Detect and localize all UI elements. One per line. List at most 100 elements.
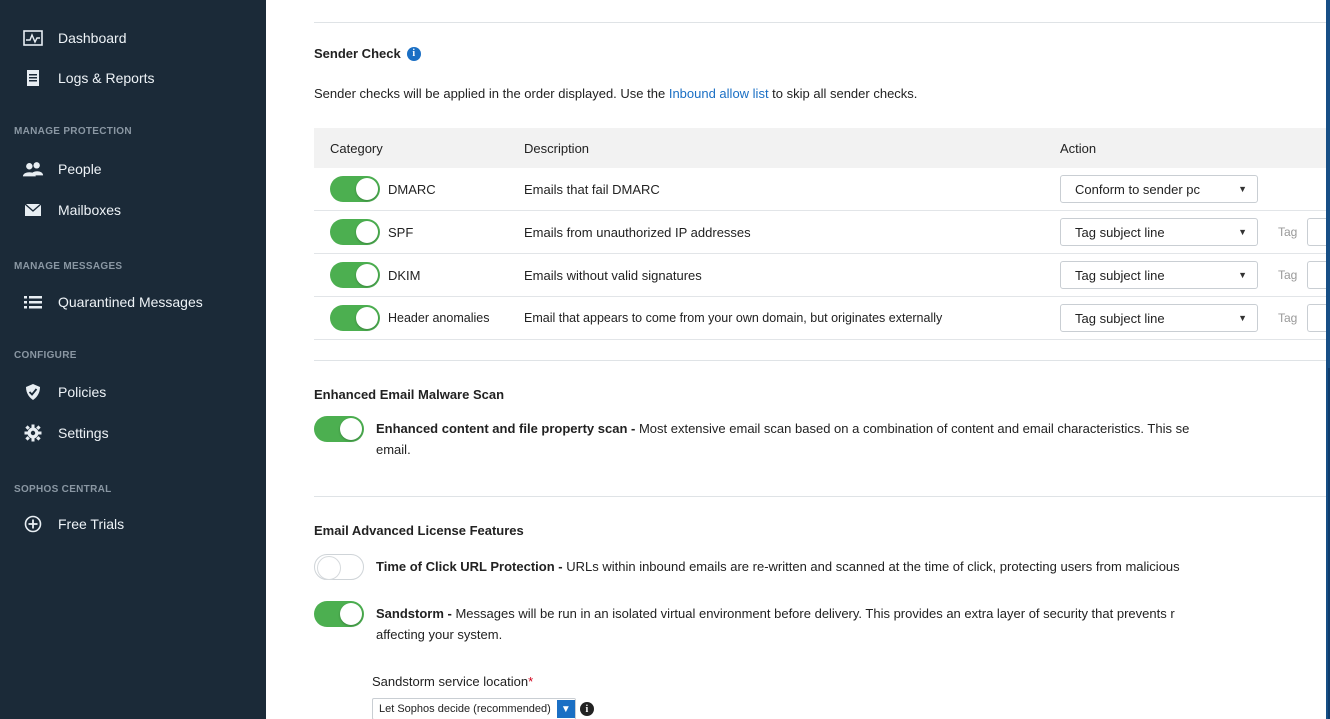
- sidebar-item-label: Quarantined Messages: [58, 294, 203, 310]
- category-label: Header anomalies: [388, 311, 490, 325]
- action-dropdown[interactable]: Tag subject line ▼: [1060, 304, 1258, 332]
- sandstorm-toggle[interactable]: [314, 601, 364, 627]
- location-value: Let Sophos decide (recommended): [379, 703, 551, 715]
- action-value: Tag subject line: [1075, 267, 1165, 283]
- category-cell: DKIM: [330, 262, 421, 288]
- info-icon[interactable]: i: [406, 46, 421, 61]
- malware-scan-title: Enhanced Email Malware Scan: [314, 387, 505, 402]
- tag-input[interactable]: [1307, 261, 1326, 289]
- dashboard-icon: [22, 29, 44, 47]
- caret-down-icon: ▼: [1238, 184, 1247, 194]
- tag-field: Tag: [1278, 261, 1326, 289]
- table-row: Header anomalies Email that appears to c…: [314, 297, 1326, 340]
- column-header-category: Category: [330, 140, 383, 156]
- feature-description: Most extensive email scan based on a com…: [635, 421, 1190, 436]
- sidebar-item-settings[interactable]: Settings: [22, 419, 109, 447]
- feature-name: Enhanced content and file property scan …: [376, 421, 636, 436]
- caret-down-icon: ▼: [1238, 313, 1247, 323]
- feature-name: Time of Click URL Protection -: [376, 559, 563, 574]
- header-anomalies-toggle[interactable]: [330, 305, 380, 331]
- enhanced-scan-text: Enhanced content and file property scan …: [376, 418, 1326, 460]
- action-dropdown[interactable]: Tag subject line ▼: [1060, 218, 1258, 246]
- people-icon: [22, 160, 44, 178]
- time-of-click-toggle[interactable]: [314, 554, 364, 580]
- category-cell: Header anomalies: [330, 305, 489, 331]
- table-header: Category Description Action: [314, 128, 1326, 168]
- time-of-click-text: Time of Click URL Protection - URLs with…: [376, 556, 1326, 580]
- description-cell: Emails without valid signatures: [524, 267, 702, 283]
- table-row: DKIM Emails without valid signatures Tag…: [314, 254, 1326, 297]
- feature-name: Sandstorm -: [376, 606, 452, 621]
- tag-field: Tag: [1278, 218, 1326, 246]
- caret-down-icon: ▼: [1238, 270, 1247, 280]
- list-icon: [22, 293, 44, 311]
- enhanced-scan-toggle[interactable]: [314, 416, 364, 442]
- action-value: Tag subject line: [1075, 310, 1165, 326]
- column-header-description: Description: [524, 140, 590, 156]
- info-icon[interactable]: i: [579, 702, 594, 716]
- category-cell: DMARC: [330, 176, 436, 202]
- category-label: SPF: [388, 224, 414, 240]
- feature-description: Messages will be run in an isolated virt…: [451, 606, 1175, 621]
- caret-down-icon: ▼: [1238, 227, 1247, 237]
- sender-check-table: Category Description Action DMARC Emails…: [314, 128, 1326, 340]
- sidebar-item-mailboxes[interactable]: Mailboxes: [22, 196, 121, 224]
- required-marker: *: [528, 674, 534, 689]
- location-label-text: Sandstorm service location: [372, 674, 529, 689]
- divider: [314, 496, 1326, 497]
- category-label: DMARC: [388, 181, 436, 197]
- sidebar-item-people[interactable]: People: [22, 155, 102, 183]
- dkim-toggle[interactable]: [330, 262, 380, 288]
- sidebar-item-label: People: [58, 161, 102, 177]
- main-content: Sender Check i Sender checks will be app…: [266, 0, 1326, 719]
- tag-input[interactable]: [1307, 304, 1326, 332]
- section-header-configure: CONFIGURE: [14, 350, 77, 361]
- sandstorm-location-label: Sandstorm service location*: [372, 674, 533, 689]
- tag-input[interactable]: [1307, 218, 1326, 246]
- envelope-icon: [22, 201, 44, 219]
- description-cell: Emails that fail DMARC: [524, 181, 660, 197]
- category-cell: SPF: [330, 219, 413, 245]
- tag-field: Tag: [1278, 304, 1326, 332]
- section-header-manage-protection: MANAGE PROTECTION: [14, 126, 132, 137]
- time-of-click-feature: Time of Click URL Protection - URLs with…: [314, 554, 1326, 580]
- sandstorm-text: Sandstorm - Messages will be run in an i…: [376, 603, 1326, 645]
- description-cell: Email that appears to come from your own…: [524, 311, 943, 325]
- action-value: Conform to sender pc: [1075, 181, 1201, 197]
- sidebar-item-label: Free Trials: [58, 516, 125, 532]
- sender-check-title: Sender Check i: [314, 46, 421, 61]
- sidebar-item-policies[interactable]: Policies: [22, 378, 106, 406]
- table-row: SPF Emails from unauthorized IP addresse…: [314, 211, 1326, 254]
- feature-description: URLs within inbound emails are re-writte…: [562, 559, 1180, 574]
- tag-label: Tag: [1278, 225, 1298, 239]
- sandstorm-location-select: Let Sophos decide (recommended) ▼ i: [372, 698, 594, 719]
- shield-icon: [22, 383, 44, 401]
- plus-circle-icon: [22, 515, 44, 533]
- location-dropdown[interactable]: Let Sophos decide (recommended) ▼: [372, 698, 576, 719]
- description-text-end: to skip all sender checks.: [768, 86, 918, 101]
- sender-check-heading: Sender Check: [314, 46, 401, 61]
- inbound-allow-list-link[interactable]: Inbound allow list: [669, 86, 769, 101]
- sidebar-item-label: Policies: [58, 384, 107, 400]
- sidebar-item-label: Dashboard: [58, 30, 127, 46]
- action-dropdown[interactable]: Tag subject line ▼: [1060, 261, 1258, 289]
- sidebar-item-logs-reports[interactable]: Logs & Reports: [22, 64, 155, 92]
- dmarc-toggle[interactable]: [330, 176, 380, 202]
- table-row: DMARC Emails that fail DMARC Conform to …: [314, 168, 1326, 211]
- sandstorm-feature: Sandstorm - Messages will be run in an i…: [314, 601, 1326, 645]
- column-header-action: Action: [1060, 140, 1097, 156]
- action-dropdown[interactable]: Conform to sender pc ▼: [1060, 175, 1258, 203]
- section-header-manage-messages: MANAGE MESSAGES: [14, 261, 123, 272]
- chevron-down-icon: ▼: [556, 700, 575, 718]
- sidebar-item-free-trials[interactable]: Free Trials: [22, 510, 124, 538]
- sidebar: Dashboard Logs & Reports MANAGE PROTECTI…: [0, 0, 266, 719]
- sidebar-item-label: Mailboxes: [58, 202, 122, 218]
- tag-label: Tag: [1278, 268, 1298, 282]
- sidebar-item-dashboard[interactable]: Dashboard: [22, 24, 127, 52]
- enhanced-scan-feature: Enhanced content and file property scan …: [314, 416, 1326, 460]
- section-header-sophos-central: SOPHOS CENTRAL: [14, 484, 112, 495]
- gear-icon: [22, 424, 44, 442]
- sidebar-item-quarantined-messages[interactable]: Quarantined Messages: [22, 288, 203, 316]
- spf-toggle[interactable]: [330, 219, 380, 245]
- sidebar-item-label: Logs & Reports: [58, 70, 155, 86]
